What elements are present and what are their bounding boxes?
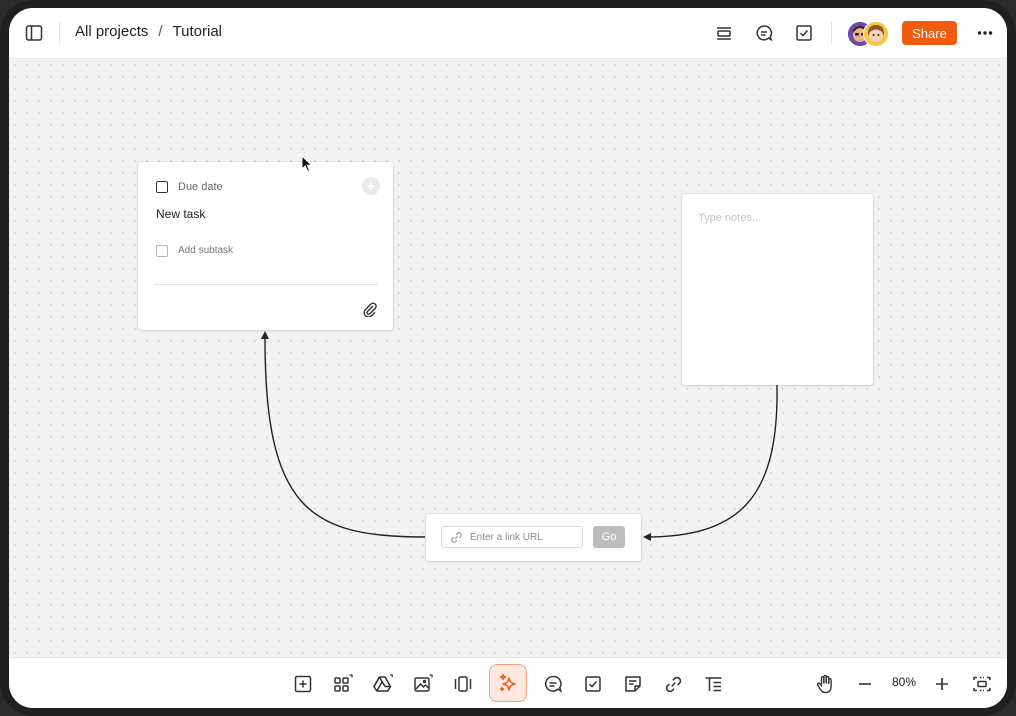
zoom-level[interactable]: 80% (888, 675, 920, 689)
comment-icon (544, 675, 563, 693)
ai-sparkle-icon (499, 673, 516, 692)
plus-icon (367, 182, 375, 190)
note-tool-button[interactable] (618, 669, 648, 699)
attach-button[interactable] (362, 301, 378, 318)
add-block-icon (294, 675, 312, 693)
connector-note-to-link[interactable] (643, 384, 778, 541)
task-due-checkbox[interactable] (156, 181, 168, 193)
share-button[interactable]: Share (902, 21, 957, 45)
task-check-icon (585, 676, 601, 692)
link-url-input[interactable] (470, 529, 578, 545)
apps-grid-icon (334, 674, 353, 692)
add-task-detail-button[interactable] (362, 177, 380, 195)
comment-icon (756, 25, 773, 42)
carousel-button[interactable] (448, 669, 478, 699)
bottom-toolbar: 80% (9, 657, 1007, 708)
sidebar-panel-icon (25, 25, 43, 41)
breadcrumb-all-projects[interactable]: All projects (75, 23, 148, 40)
notes-textarea[interactable] (698, 212, 858, 362)
more-options-button[interactable] (971, 19, 999, 47)
header-divider (59, 22, 60, 44)
carousel-icon (454, 676, 472, 692)
due-date-label[interactable]: Due date (178, 181, 223, 193)
plus-icon (936, 678, 948, 690)
link-url-field[interactable] (441, 526, 583, 548)
zoom-in-button[interactable] (927, 669, 957, 699)
tasks-button[interactable] (790, 19, 818, 47)
sidebar-toggle-button[interactable] (20, 19, 48, 47)
subtask-checkbox[interactable] (156, 245, 168, 257)
device-frame: All projects / Tutorial Share Due date N… (0, 0, 1016, 716)
link-card[interactable]: Go (426, 514, 641, 561)
minus-icon (859, 683, 871, 685)
add-block-button[interactable] (288, 669, 318, 699)
go-button[interactable]: Go (593, 526, 625, 548)
ai-assistant-button[interactable] (489, 664, 527, 702)
hand-icon (816, 674, 832, 694)
pan-hand-button[interactable] (810, 669, 840, 699)
comment-tool-button[interactable] (538, 669, 568, 699)
present-button[interactable] (710, 19, 738, 47)
text-format-icon (705, 676, 721, 691)
connector-link-to-task[interactable] (260, 331, 426, 538)
link-tool-button[interactable] (658, 669, 688, 699)
task-card[interactable]: Due date New task Add subtask (138, 162, 393, 330)
google-drive-icon (373, 674, 393, 692)
fit-screen-icon (973, 676, 991, 692)
paperclip-icon (363, 302, 377, 318)
breadcrumb: All projects / Tutorial (75, 23, 222, 40)
collaborator-avatars[interactable] (847, 21, 889, 47)
present-icon (717, 27, 731, 40)
note-icon (625, 676, 641, 692)
user-avatar-icon (864, 22, 888, 46)
breadcrumb-current-project: Tutorial (172, 23, 222, 40)
task-title[interactable]: New task (156, 207, 205, 221)
apps-button[interactable] (328, 669, 358, 699)
zoom-out-button[interactable] (850, 669, 880, 699)
more-horizontal-icon (977, 31, 993, 35)
google-drive-button[interactable] (368, 669, 398, 699)
task-check-icon (796, 25, 812, 41)
task-tool-button[interactable] (578, 669, 608, 699)
fit-to-screen-button[interactable] (967, 669, 997, 699)
image-icon (414, 674, 433, 692)
image-button[interactable] (408, 669, 438, 699)
avatar (863, 21, 889, 47)
link-icon (451, 532, 462, 543)
note-card[interactable] (682, 194, 873, 385)
comments-button[interactable] (750, 19, 778, 47)
header-divider-right (831, 22, 832, 44)
board-canvas[interactable]: Due date New task Add subtask Type notes… (9, 59, 1007, 657)
app-screen: All projects / Tutorial Share Due date N… (9, 8, 1007, 708)
breadcrumb-separator: / (158, 23, 163, 40)
top-header: All projects / Tutorial Share (9, 8, 1007, 59)
text-tool-button[interactable] (698, 669, 728, 699)
link-icon (665, 676, 681, 692)
add-subtask-label[interactable]: Add subtask (178, 245, 233, 256)
task-card-divider (154, 284, 378, 285)
mouse-cursor-icon (301, 155, 313, 173)
